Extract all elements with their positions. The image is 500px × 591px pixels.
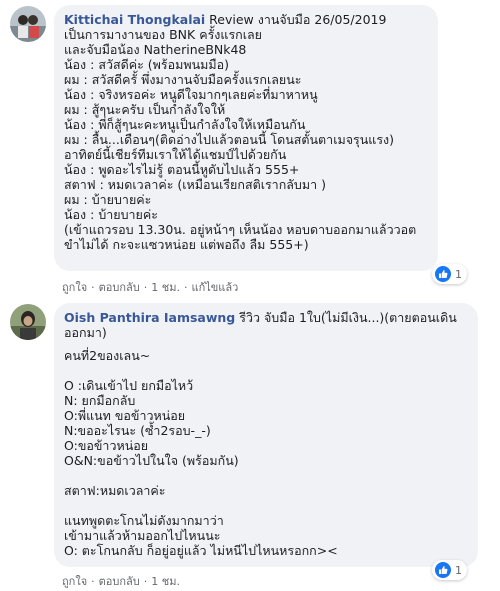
comment-text-line: ขำไม่ได้ กะจะแซวหน่อย แต่พอถึง ลืม 555+) [64,237,309,252]
avatar[interactable] [10,304,46,340]
reaction-number: 1 [455,267,462,281]
comment-header: Oish Panthira Iamsawng รีวิว จับมือ 1ใบ(… [64,310,468,340]
comment-2: Oish Panthira Iamsawng รีวิว จับมือ 1ใบ(… [0,298,500,591]
comment-header: Kittichai Thongkalai Review งานจับมือ 26… [64,12,428,27]
like-icon [435,562,451,578]
comment-text-line: เป็นการมางานของ BNK ครั้งแรกเลย [64,27,262,42]
comment-text-line: O:พี่แนท ขอข้าวหน่อย [64,408,186,423]
comment-text-line: แนทพูดตะโกนไม่ดังมากมาว่า [64,513,224,528]
comment-text-line: สตาฟ : หมดเวลาค่ะ (เหมือนเรียกสติเรากลับ… [64,177,326,192]
comment-text-line: O :เดินเข้าไป ยกมือไหว้ [64,378,194,393]
timestamp[interactable]: 1 ชม. [151,572,180,590]
reaction-number: 1 [455,563,462,577]
comment-text-line: ผม : สวัสดีครั้ พึ่งมางานจับมือครั้งแรกเ… [64,72,302,87]
comment-text-line: O&N:ขอข้าวไปในใจ (พร้อมกัน) [64,453,239,468]
avatar[interactable] [10,6,46,42]
comment-text-line: ผม : บ้ายบายค่ะ [64,192,152,207]
comment-actions: ถูกใจ · ตอบกลับ · 1 ชม. [62,572,180,590]
comment-text-line: ผม : ลื้น...เดือนๆ(ติดอ่างไปแล้วตอนนี้ โ… [64,132,395,147]
reply-link[interactable]: ตอบกลับ [99,278,140,296]
comment-text-line: น้อง : พูดอะไรไม่รู้ ตอนนี้หูดับไปแล้ว 5… [64,162,300,177]
author-name[interactable]: Kittichai Thongkalai [64,12,205,27]
reaction-count[interactable]: 1 [432,264,467,284]
comment-text-line: อาทิตย์นี้เชียร์ทีมเราให้ได้แชมป์ไปด้วยก… [64,147,287,162]
comment-text-line: เข้ามาแล้วห้ามออกไปไหนนะ [64,528,221,543]
comment-text-line [64,468,468,483]
comment-text-line: ผม : สู้ๆนะครับ เป็นกำลังใจให้ [64,102,226,117]
reply-link[interactable]: ตอบกลับ [99,572,140,590]
timestamp[interactable]: 1 ชม. [151,278,180,296]
comment-bubble: Oish Panthira Iamsawng รีวิว จับมือ 1ใบ(… [54,303,478,567]
comment-bubble: Kittichai Thongkalai Review งานจับมือ 26… [54,5,438,271]
comment-text-line: น้อง : สวัสดีค่ะ (พร้อมพนมมือ) [64,57,229,72]
comment-text-line [64,498,468,513]
separator: · [143,280,148,294]
like-link[interactable]: ถูกใจ [62,278,87,296]
like-link[interactable]: ถูกใจ [62,572,87,590]
comment-text-line: น้อง : บ้ายบายค่ะ [64,207,158,222]
comment-text-line: น้อง : พี่ก็สู้ๆนะคะหนูเป็นกำลังใจให้เหม… [64,117,306,132]
comment-text-line: สตาฟ:หมดเวลาค่ะ [64,483,166,498]
comment-text-line: O: ตะโกนกลับ ก็อยู่อยู่แล้ว ไม่หนีไปไหนห… [64,543,338,558]
comment-text-line: O:ขอข้าวหน่อย [64,438,149,453]
like-icon [435,266,451,282]
comment-text-line: คนที่2ของเลน~ [64,348,151,363]
comment-text-line: N: ยกมือกลับ [64,393,136,408]
comment-text-line: N:ขออะไรนะ (ซ้ำ2รอบ-_-) [64,423,211,438]
comment-text-line: และจับมือน้อง NatherineBNk48 [64,42,247,57]
author-name[interactable]: Oish Panthira Iamsawng [64,310,235,325]
separator: · [183,280,188,294]
comment-text-line: (เข้าแถวรอบ 13.30น. อยู่หน้าๆ เห็นน้อง ห… [64,222,417,237]
reaction-count[interactable]: 1 [432,560,467,580]
edited-label[interactable]: แก้ไขแล้ว [191,278,238,296]
separator: · [91,280,95,294]
separator: · [91,574,95,588]
comment-text-line: น้อง : จริงหรอค่ะ หนูดีใจมากๆเลยค่ะที่มา… [64,87,318,102]
comment-text-line [64,363,468,378]
separator: · [143,574,148,588]
comment-actions: ถูกใจ · ตอบกลับ · 1 ชม. · แก้ไขแล้ว [62,278,238,296]
comment-text-line: Review งานจับมือ 26/05/2019 [205,12,387,27]
comment-1: Kittichai Thongkalai Review งานจับมือ 26… [0,0,500,296]
